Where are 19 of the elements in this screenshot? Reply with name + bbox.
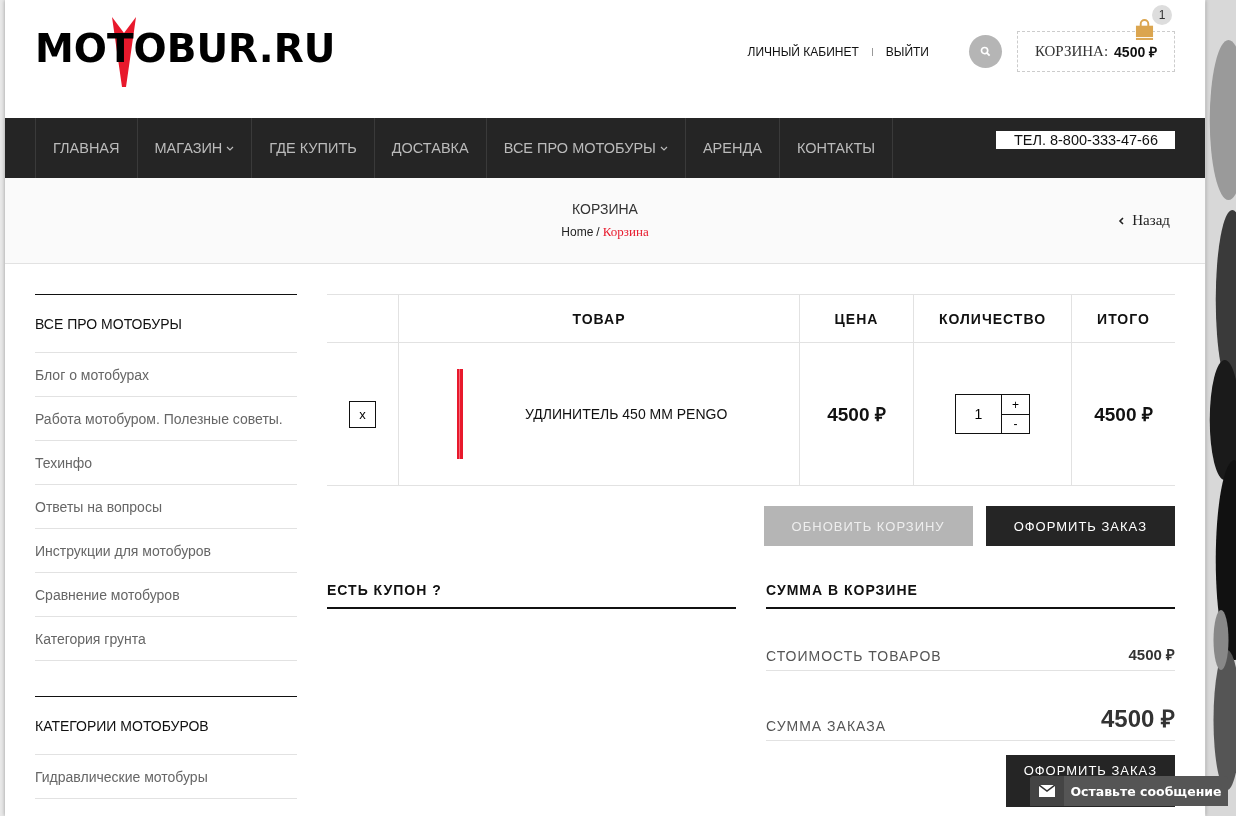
- cart-total: 4500 ₽: [1114, 43, 1158, 61]
- page-title: КОРЗИНА: [572, 201, 638, 217]
- totals-heading: СУММА В КОРЗИНЕ: [766, 582, 1175, 609]
- phone-number: ТЕЛ. 8-800-333-47-66: [995, 131, 1175, 149]
- column-header: ИТОГО: [1071, 294, 1175, 343]
- sidebar-heading: ВСЕ ПРО МОТОБУРЫ: [35, 295, 297, 353]
- cart-count-badge: 1: [1152, 5, 1172, 25]
- column-header: ЦЕНА: [799, 294, 914, 343]
- sidebar-heading: КАТЕГОРИИ МОТОБУРОВ: [35, 697, 297, 755]
- price-cell: 4500 ₽: [799, 342, 914, 486]
- cart-label: КОРЗИНА:: [1034, 43, 1109, 60]
- totals-label: СУММА ЗАКАЗА: [766, 718, 886, 734]
- totals-label: СТОИМОСТЬ ТОВАРОВ: [766, 648, 942, 664]
- coupon-heading: ЕСТЬ КУПОН ?: [327, 582, 736, 609]
- column-header: КОЛИЧЕСТВО: [913, 294, 1072, 343]
- totals-value: 4500 ₽: [1100, 704, 1175, 734]
- totals-value: 4500 ₽: [1128, 645, 1175, 664]
- column-header: ТОВАР: [398, 294, 800, 343]
- breadcrumb-separator: /: [596, 225, 600, 239]
